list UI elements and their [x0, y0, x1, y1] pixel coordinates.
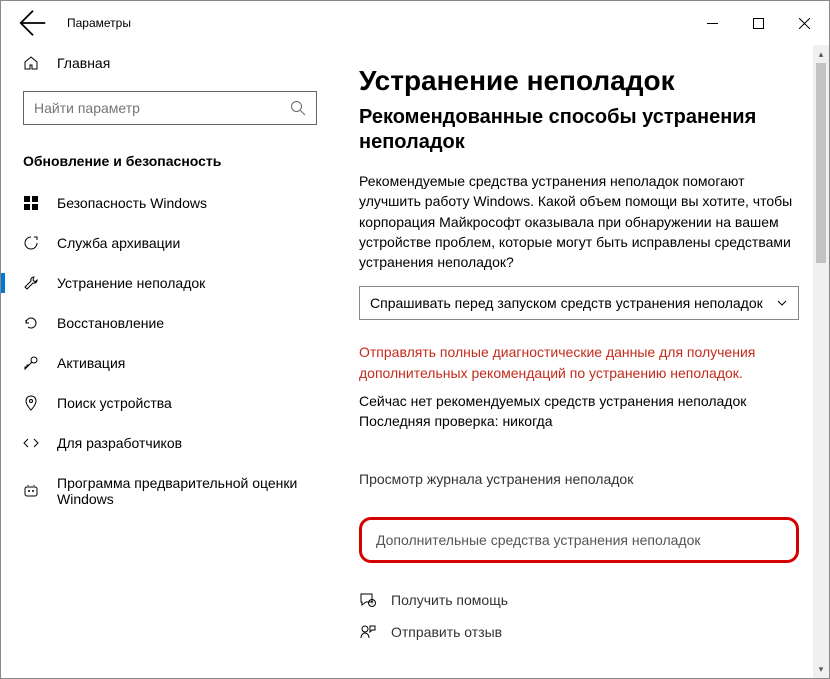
scroll-down-icon[interactable]: ▾ — [813, 660, 829, 678]
recovery-icon — [23, 315, 39, 331]
nav-label: Поиск устройства — [57, 395, 172, 411]
back-button[interactable] — [19, 9, 47, 37]
code-icon — [23, 435, 39, 451]
nav-label: Устранение неполадок — [57, 275, 205, 291]
get-help-link[interactable]: ? Получить помощь — [359, 591, 799, 609]
close-button[interactable] — [781, 8, 827, 38]
description-text: Рекомендуемые средства устранения непола… — [359, 171, 799, 272]
sidebar-item-find-device[interactable]: Поиск устройства — [1, 383, 331, 423]
nav-label: Для разработчиков — [57, 435, 182, 451]
nav-label: Программа предварительной оценки Windows — [57, 475, 313, 507]
maximize-button[interactable] — [735, 8, 781, 38]
find-device-icon — [23, 395, 39, 411]
status-no-troubleshooters: Сейчас нет рекомендуемых средств устране… — [359, 393, 799, 409]
nav-label: Восстановление — [57, 315, 164, 331]
window-title: Параметры — [67, 16, 689, 30]
insider-icon — [23, 483, 39, 499]
nav-label: Безопасность Windows — [57, 195, 207, 211]
feedback-label: Отправить отзыв — [391, 624, 502, 640]
page-subtitle: Рекомендованные способы устранения непол… — [359, 105, 799, 155]
wrench-icon — [23, 275, 39, 291]
scroll-thumb[interactable] — [816, 63, 826, 263]
sidebar-item-windows-security[interactable]: Безопасность Windows — [1, 183, 331, 223]
search-field[interactable] — [34, 100, 290, 116]
page-title: Устранение неполадок — [359, 65, 799, 97]
sidebar-item-backup[interactable]: Служба архивации — [1, 223, 331, 263]
window-controls — [689, 8, 827, 38]
content-area: Устранение неполадок Рекомендованные спо… — [331, 45, 829, 678]
shield-icon — [23, 195, 39, 211]
backup-icon — [23, 235, 39, 251]
home-icon — [23, 55, 39, 71]
help-label: Получить помощь — [391, 592, 508, 608]
section-title: Обновление и безопасность — [1, 143, 331, 183]
chevron-down-icon — [776, 297, 788, 309]
key-icon — [23, 355, 39, 371]
scroll-up-icon[interactable]: ▴ — [813, 45, 829, 63]
sidebar-item-activation[interactable]: Активация — [1, 343, 331, 383]
scrollbar[interactable]: ▴ ▾ — [813, 45, 829, 678]
search-icon — [290, 100, 306, 116]
home-label: Главная — [57, 55, 110, 71]
nav-label: Служба архивации — [57, 235, 180, 251]
dropdown-value: Спрашивать перед запуском средств устран… — [370, 295, 763, 311]
minimize-button[interactable] — [689, 8, 735, 38]
scroll-track[interactable] — [813, 263, 829, 660]
home-link[interactable]: Главная — [1, 45, 331, 81]
search-input[interactable] — [23, 91, 317, 125]
diagnostic-warning: Отправлять полные диагностические данные… — [359, 342, 799, 383]
arrow-left-icon — [19, 9, 47, 37]
status-last-check: Последняя проверка: никогда — [359, 413, 799, 429]
sidebar: Главная Обновление и безопасность Безопа… — [1, 45, 331, 678]
send-feedback-link[interactable]: Отправить отзыв — [359, 623, 799, 641]
troubleshoot-preference-dropdown[interactable]: Спрашивать перед запуском средств устран… — [359, 286, 799, 320]
additional-troubleshooters-link[interactable]: Дополнительные средства устранения непол… — [359, 517, 799, 563]
view-history-link[interactable]: Просмотр журнала устранения неполадок — [359, 471, 799, 487]
help-icon: ? — [359, 591, 377, 609]
sidebar-item-recovery[interactable]: Восстановление — [1, 303, 331, 343]
sidebar-item-developers[interactable]: Для разработчиков — [1, 423, 331, 463]
titlebar: Параметры — [1, 1, 829, 45]
sidebar-item-troubleshoot[interactable]: Устранение неполадок — [1, 263, 331, 303]
nav-label: Активация — [57, 355, 125, 371]
feedback-icon — [359, 623, 377, 641]
svg-text:?: ? — [371, 601, 374, 607]
sidebar-item-insider[interactable]: Программа предварительной оценки Windows — [1, 463, 331, 519]
